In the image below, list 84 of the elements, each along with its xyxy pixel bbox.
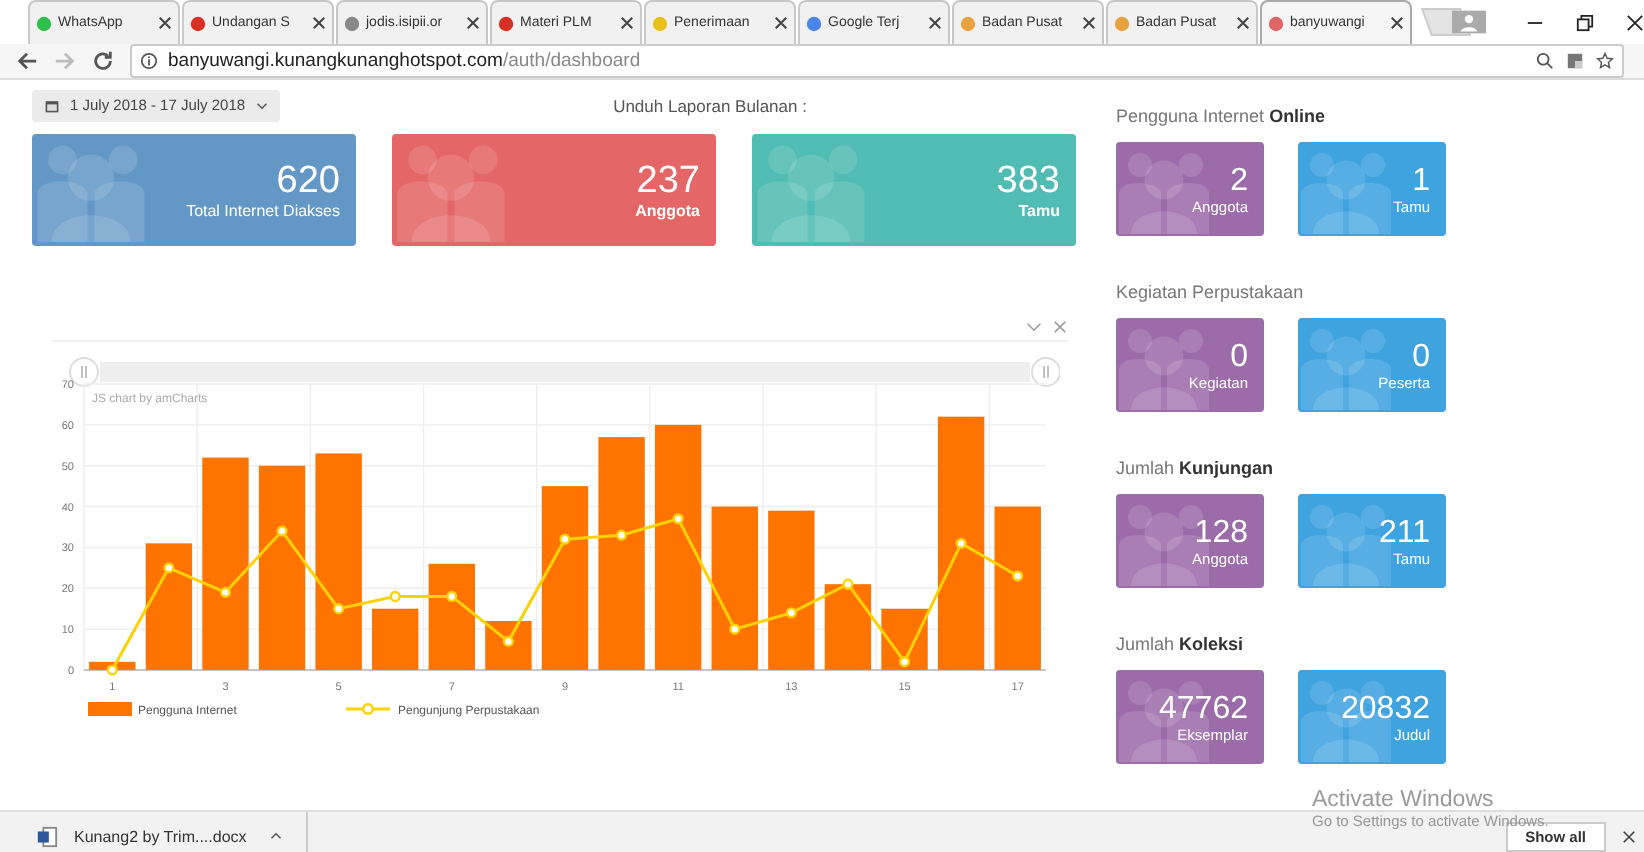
stat-value: 2 — [1230, 163, 1248, 197]
close-icon[interactable] — [1236, 16, 1250, 30]
stat-label: Tamu — [1018, 201, 1060, 219]
favicon-icon — [806, 15, 822, 31]
close-icon[interactable] — [774, 16, 788, 30]
stat-value: 237 — [636, 161, 700, 201]
people-icon — [36, 142, 146, 242]
line-point — [898, 656, 911, 668]
caret-icon — [270, 832, 283, 840]
report-label: Unduh Laporan Bulanan : — [613, 95, 807, 115]
legend-swatch — [346, 703, 390, 715]
stat-value: 1 — [1412, 163, 1430, 197]
line-point — [955, 537, 967, 549]
close-icon[interactable] — [928, 16, 942, 30]
stat-value: 620 — [276, 161, 340, 201]
favicon-icon — [190, 15, 206, 31]
stat-value: 0 — [1412, 339, 1430, 373]
favicon-icon — [344, 15, 360, 31]
line-point — [729, 623, 741, 635]
info-icon — [140, 52, 158, 70]
close-icon[interactable] — [312, 16, 326, 30]
calendar-icon — [44, 97, 60, 113]
stat-value: 20832 — [1341, 691, 1430, 725]
line-point — [106, 664, 118, 676]
line-point — [163, 562, 175, 574]
stat-value: 211 — [1378, 515, 1430, 549]
people-icon — [1300, 150, 1392, 234]
favicon-icon — [1268, 15, 1284, 31]
line-point — [616, 529, 628, 541]
restore-icon[interactable] — [1576, 13, 1594, 31]
close-icon[interactable] — [1622, 829, 1636, 843]
line-point — [389, 590, 401, 603]
collapse-icon[interactable] — [1026, 319, 1042, 333]
stat-value: 128 — [1194, 515, 1248, 549]
line-point — [672, 513, 684, 525]
stat-label: Anggota — [635, 201, 700, 219]
close-icon[interactable] — [1626, 13, 1644, 31]
scroll-handle[interactable] — [1031, 357, 1060, 387]
stat-label: Total Internet Diakses — [186, 201, 340, 219]
bar — [145, 543, 193, 670]
close-icon[interactable] — [1390, 16, 1404, 30]
close-icon[interactable] — [620, 16, 634, 30]
scrollbar-track[interactable] — [100, 362, 1030, 382]
download-item[interactable]: Kunang2 by Trim....docx — [16, 812, 309, 852]
line-point — [219, 586, 232, 598]
bar — [372, 608, 419, 670]
address-field[interactable]: banyuwangi.kunangkunanghotspot.com/auth/dashboard — [130, 44, 1624, 78]
close-icon[interactable] — [158, 16, 172, 30]
reload-icon[interactable] — [92, 50, 114, 72]
line-point — [333, 603, 345, 615]
back-icon[interactable] — [16, 50, 38, 72]
section-title: Kegiatan Perpustakaan — [1116, 282, 1306, 302]
section-title: Pengguna Internet Online — [1116, 106, 1328, 126]
line-point — [446, 590, 458, 603]
activation-notice-title: Activate Windows — [1312, 788, 1496, 812]
close-icon[interactable] — [1082, 16, 1096, 30]
section-title: Jumlah Kunjungan — [1116, 458, 1276, 478]
document-icon — [36, 825, 58, 847]
bar — [428, 563, 475, 670]
star-icon[interactable] — [1596, 52, 1614, 70]
line-point — [276, 525, 288, 537]
zoom-icon[interactable] — [1536, 52, 1554, 70]
legend-swatch — [88, 702, 132, 716]
close-icon[interactable] — [466, 16, 480, 30]
line-point — [559, 533, 571, 545]
stat-value: 47762 — [1159, 691, 1248, 725]
favicon-icon — [960, 15, 976, 31]
favicon-icon — [498, 15, 514, 31]
caret-icon — [255, 101, 268, 109]
favicon-icon — [1114, 15, 1130, 31]
bar — [824, 584, 872, 670]
line-point — [1012, 570, 1024, 582]
bar — [485, 620, 532, 670]
line-point — [842, 578, 854, 590]
stat-value: 383 — [996, 161, 1060, 201]
favicon-icon — [36, 15, 52, 31]
line-point — [502, 635, 514, 647]
stat-value: 0 — [1230, 339, 1248, 373]
section-title: Jumlah Koleksi — [1116, 634, 1246, 654]
translate-icon[interactable] — [1566, 52, 1584, 70]
people-icon — [756, 142, 866, 242]
favicon-icon — [652, 15, 668, 31]
people-icon — [396, 142, 506, 242]
line-point — [785, 607, 797, 619]
